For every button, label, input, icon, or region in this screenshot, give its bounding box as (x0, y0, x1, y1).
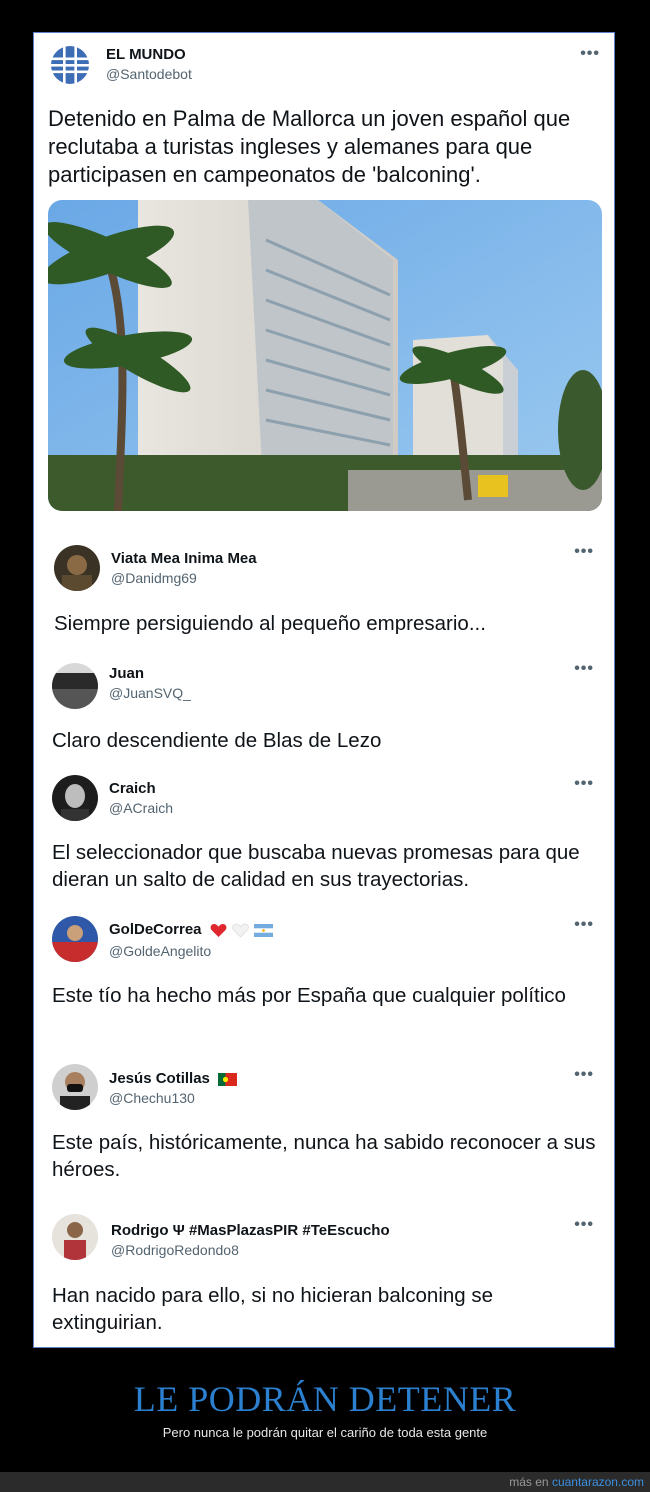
reply-3: Craich @ACraich ••• El seleccionador que… (34, 753, 614, 898)
reply-5: Jesús Cotillas @Chechu130 ••• Este país,… (34, 1048, 614, 1198)
el-mundo-logo[interactable] (50, 45, 90, 85)
reply-author-name[interactable]: GolDeCorrea (109, 921, 274, 938)
reply-author-handle[interactable]: @Chechu130 (109, 1090, 195, 1106)
avatar[interactable] (52, 663, 98, 709)
more-options-icon[interactable]: ••• (574, 775, 594, 793)
avatar[interactable] (52, 916, 98, 962)
reply-author-name[interactable]: Viata Mea Inima Mea (111, 550, 257, 567)
reply-6: Rodrigo Ψ #MasPlazasPIR #TeEscucho @Rodr… (34, 1198, 614, 1347)
more-options-icon[interactable]: ••• (574, 543, 594, 561)
reply-text: Han nacido para ello, si no hicieran bal… (52, 1284, 494, 1334)
reply-author-name[interactable]: Juan (109, 665, 144, 682)
reply-author-handle[interactable]: @JuanSVQ_ (109, 685, 191, 701)
main-tweet: EL MUNDO @Santodebot ••• Detenido en Pal… (34, 33, 614, 523)
reply-author-handle[interactable]: @RodrigoRedondo8 (111, 1242, 239, 1258)
argentina-flag-icon (254, 923, 274, 937)
site-credit: más en cuantarazon.com (509, 1475, 644, 1489)
tweet-card: EL MUNDO @Santodebot ••• Detenido en Pal… (33, 32, 615, 1348)
avatar[interactable] (52, 1214, 98, 1260)
reply-text: Claro descendiente de Blas de Lezo (52, 729, 382, 752)
avatar[interactable] (52, 1064, 98, 1110)
reply-author-name[interactable]: Rodrigo Ψ #MasPlazasPIR #TeEscucho (111, 1222, 390, 1239)
reply-author-name[interactable]: Jesús Cotillas (109, 1070, 238, 1087)
bottom-bar: más en cuantarazon.com (0, 1472, 650, 1492)
more-options-icon[interactable]: ••• (574, 916, 594, 934)
avatar[interactable] (52, 775, 98, 821)
white-heart-icon (232, 923, 249, 938)
site-link[interactable]: cuantarazon.com (552, 1475, 644, 1489)
reply-author-handle[interactable]: @Danidmg69 (111, 570, 197, 586)
more-options-icon[interactable]: ••• (574, 1066, 594, 1084)
more-options-icon[interactable]: ••• (574, 1216, 594, 1234)
tweet-photo[interactable] (48, 200, 602, 511)
reply-2: Juan @JuanSVQ_ ••• Claro descendiente de… (34, 638, 614, 753)
more-options-icon[interactable]: ••• (580, 45, 600, 63)
more-options-icon[interactable]: ••• (574, 660, 594, 678)
tweet-text: Detenido en Palma de Mallorca un joven e… (48, 106, 571, 187)
author-name[interactable]: EL MUNDO (106, 46, 186, 63)
footer-subtitle: Pero nunca le podrán quitar el cariño de… (162, 1425, 488, 1440)
avatar[interactable] (54, 545, 100, 591)
portugal-flag-icon (218, 1072, 238, 1086)
reply-text: El seleccionador que buscaba nuevas prom… (52, 841, 580, 891)
reply-author-handle[interactable]: @GoldeAngelito (109, 943, 211, 959)
reply-author-name[interactable]: Craich (109, 780, 156, 797)
footer-title: LE PODRÁN DETENER (133, 1379, 517, 1419)
reply-1: Viata Mea Inima Mea @Danidmg69 ••• Siemp… (34, 523, 614, 638)
red-heart-icon (210, 923, 227, 937)
reply-4: GolDeCorrea @GoldeAngelito ••• Este tío … (34, 898, 614, 1048)
author-handle[interactable]: @Santodebot (106, 66, 192, 82)
reply-text: Este tío ha hecho más por España que cua… (52, 984, 566, 1007)
reply-text: Siempre persiguiendo al pequeño empresar… (54, 612, 486, 635)
reply-author-name-text: Jesús Cotillas (109, 1070, 210, 1087)
reply-text: Este país, históricamente, nunca ha sabi… (52, 1131, 596, 1181)
more-at-label: más en (509, 1475, 549, 1489)
reply-author-name-text: GolDeCorrea (109, 921, 202, 938)
reply-author-handle[interactable]: @ACraich (109, 800, 173, 816)
